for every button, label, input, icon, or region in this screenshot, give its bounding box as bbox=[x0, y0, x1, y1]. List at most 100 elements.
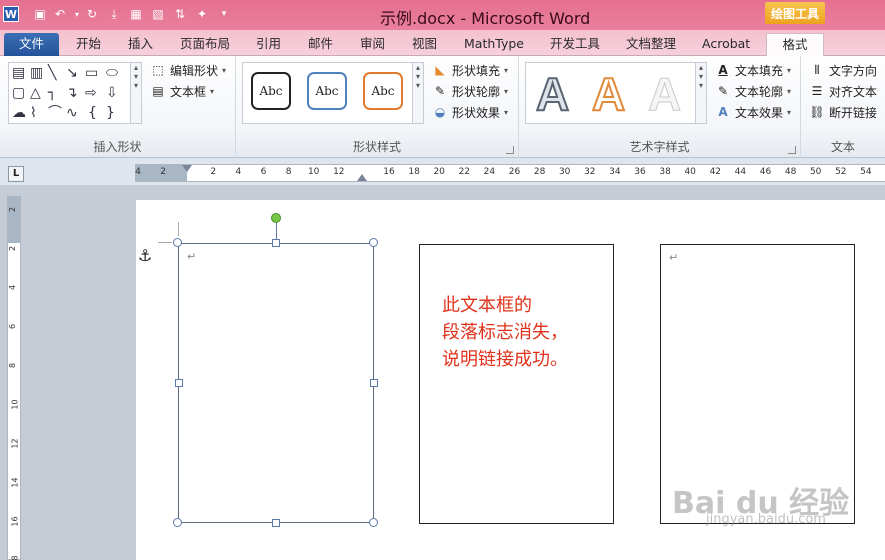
tab-selector[interactable]: L bbox=[8, 166, 24, 182]
wordart-sample-1[interactable]: A bbox=[535, 68, 570, 120]
customize-toolbar-icon[interactable]: ▾ bbox=[216, 6, 232, 22]
triangle-shape-icon[interactable]: △ bbox=[30, 86, 41, 100]
edit-shape-button[interactable]: ⬚ 编辑形状 ▾ bbox=[150, 60, 226, 80]
curve-shape-icon[interactable]: ∿ bbox=[66, 106, 78, 120]
textbox-shape-icon[interactable]: ▤ bbox=[12, 66, 25, 80]
break-link-button[interactable]: ⛓ 断开链接 bbox=[809, 102, 877, 122]
resize-handle-left[interactable] bbox=[175, 379, 183, 387]
rounded-rectangle-shape-icon[interactable]: ▢ bbox=[12, 86, 25, 100]
shape-styles-dialog-launcher[interactable] bbox=[506, 146, 514, 154]
wordart-gallery-scroll[interactable]: ▴ ▾ ▾ bbox=[695, 62, 707, 124]
print-preview-icon[interactable]: ⤓ bbox=[106, 6, 122, 22]
redo-icon[interactable]: ↻ bbox=[84, 6, 100, 22]
scribble-shape-icon[interactable]: ⌇ bbox=[30, 106, 37, 120]
tab-mailings[interactable]: 邮件 bbox=[302, 33, 339, 56]
ruler-tick-label: 2 bbox=[210, 167, 217, 177]
text-box-button[interactable]: ▤ 文本框 ▾ bbox=[150, 81, 214, 101]
anchor-icon[interactable]: ⚓ bbox=[138, 246, 152, 265]
shape-style-gallery[interactable]: Abc Abc Abc bbox=[242, 62, 420, 124]
right-arrow-shape-icon[interactable]: ⇨ bbox=[85, 86, 97, 100]
resize-handle-bottom-left[interactable] bbox=[173, 518, 182, 527]
sort-icon[interactable]: ⇅ bbox=[172, 6, 188, 22]
tab-home[interactable]: 开始 bbox=[70, 33, 107, 56]
text-direction-button[interactable]: ⫴ 文字方向 bbox=[809, 60, 877, 80]
wordart-sample-2[interactable]: A bbox=[591, 68, 626, 120]
vertical-textbox-shape-icon[interactable]: ▥ bbox=[30, 66, 43, 80]
indent-marker[interactable] bbox=[182, 165, 192, 172]
tab-references[interactable]: 引用 bbox=[250, 33, 287, 56]
shape-style-gallery-scroll[interactable]: ▴ ▾ ▾ bbox=[412, 62, 424, 124]
save-icon[interactable]: ▣ bbox=[32, 6, 48, 22]
format-painter-icon[interactable]: ✦ bbox=[194, 6, 210, 22]
wordart-styles-dialog-launcher[interactable] bbox=[788, 146, 796, 154]
oval-shape-icon[interactable]: ⬭ bbox=[106, 66, 118, 80]
text-box-2[interactable]: 此文本框的 段落标志消失， 说明链接成功。 bbox=[419, 244, 614, 524]
tab-page-layout[interactable]: 页面布局 bbox=[174, 33, 236, 56]
rectangle-shape-icon[interactable]: ▭ bbox=[85, 66, 98, 80]
resize-handle-top-left[interactable] bbox=[173, 238, 182, 247]
text-fill-button[interactable]: A 文本填充 ▾ bbox=[715, 60, 791, 80]
elbow-arrow-shape-icon[interactable]: ↴ bbox=[66, 86, 78, 100]
tab-acrobat[interactable]: Acrobat bbox=[696, 33, 756, 56]
pencil-icon: ✎ bbox=[434, 84, 446, 98]
right-brace-shape-icon[interactable]: } bbox=[106, 106, 115, 120]
ruler-tick-label: 44 bbox=[734, 167, 747, 177]
tab-developer[interactable]: 开发工具 bbox=[544, 33, 606, 56]
resize-handle-top[interactable] bbox=[272, 239, 280, 247]
arrow-line-shape-icon[interactable]: ↘ bbox=[66, 66, 78, 80]
window-title: 示例.docx - Microsoft Word bbox=[380, 9, 591, 28]
shapes-gallery-scroll[interactable]: ▴ ▾ ▾ bbox=[130, 62, 142, 124]
elbow-connector-shape-icon[interactable]: ┐ bbox=[48, 86, 56, 100]
tab-insert[interactable]: 插入 bbox=[122, 33, 159, 56]
text-outline-icon: ✎ bbox=[717, 84, 729, 98]
resize-handle-bottom[interactable] bbox=[272, 519, 280, 527]
down-arrow-shape-icon[interactable]: ⇩ bbox=[106, 86, 118, 100]
shape-style-sample-1[interactable]: Abc bbox=[251, 72, 291, 110]
shape-fill-button[interactable]: ◣ 形状填充 ▾ bbox=[432, 60, 508, 80]
shape-style-sample-2[interactable]: Abc bbox=[307, 72, 347, 110]
picture-icon[interactable]: ▧ bbox=[150, 6, 166, 22]
shape-fill-label: 形状填充 bbox=[452, 63, 501, 78]
ruler-tick-label: 34 bbox=[609, 167, 621, 177]
ruler-tick-label: 18 bbox=[11, 555, 20, 560]
freeform-shape-icon[interactable]: ☁ bbox=[12, 106, 26, 120]
resize-handle-top-right[interactable] bbox=[369, 238, 378, 247]
horizontal-ruler[interactable]: 4 2 2 4 6 8 10 12 16 18 20 22 24 26 28 30 32 34 36 38 40 42 44… bbox=[135, 164, 885, 182]
shape-outline-button[interactable]: ✎ 形状轮廓 ▾ bbox=[432, 81, 508, 101]
table-icon[interactable]: ▦ bbox=[128, 6, 144, 22]
shapes-gallery[interactable]: ▤ ▥ ╲ ↘ ▭ ⬭ ▢ △ ┐ ↴ ⇨ ⇩ ☁ ⌇ ⌒ ∿ { } bbox=[8, 62, 138, 124]
resize-handle-right[interactable] bbox=[370, 379, 378, 387]
align-text-button[interactable]: ☰ 对齐文本 bbox=[809, 81, 877, 101]
chevron-down-icon: ▾ bbox=[787, 107, 792, 117]
tab-file[interactable]: 文件 bbox=[4, 33, 59, 56]
shape-style-sample-3[interactable]: Abc bbox=[363, 72, 403, 110]
wordart-style-gallery[interactable]: A A A bbox=[525, 62, 697, 124]
left-brace-shape-icon[interactable]: { bbox=[88, 106, 97, 120]
text-effects-button[interactable]: A 文本效果 ▾ bbox=[715, 102, 791, 122]
undo-dropdown-icon[interactable]: ▾ bbox=[69, 6, 85, 22]
wordart-sample-3[interactable]: A bbox=[647, 69, 681, 120]
ruler-tick-label: 48 bbox=[784, 167, 797, 177]
text-box-icon: ▤ bbox=[152, 84, 164, 98]
vertical-ruler[interactable]: 2 2 4 6 8 10 12 14 16 18 bbox=[7, 196, 21, 560]
rotate-handle[interactable] bbox=[271, 213, 281, 223]
ruler-tick-label: 50 bbox=[809, 167, 822, 177]
tab-mathtype[interactable]: MathType bbox=[458, 33, 530, 56]
ruler-tick-label: 18 bbox=[408, 167, 420, 177]
undo-icon[interactable]: ↶ bbox=[52, 6, 68, 22]
arc-shape-icon[interactable]: ⌒ bbox=[48, 106, 62, 120]
tab-document-tools[interactable]: 文档整理 bbox=[620, 33, 682, 56]
tab-format[interactable]: 格式 bbox=[766, 33, 824, 56]
text-outline-button[interactable]: ✎ 文本轮廓 ▾ bbox=[715, 81, 791, 101]
shape-effects-button[interactable]: ◒ 形状效果 ▾ bbox=[432, 102, 508, 122]
shape-effects-label: 形状效果 bbox=[452, 105, 501, 120]
right-indent-marker[interactable] bbox=[357, 174, 367, 181]
shape-outline-label: 形状轮廓 bbox=[452, 84, 501, 99]
line-shape-icon[interactable]: ╲ bbox=[48, 66, 56, 80]
tab-review[interactable]: 审阅 bbox=[354, 33, 391, 56]
text-effects-icon: A bbox=[718, 105, 728, 119]
tab-view[interactable]: 视图 bbox=[406, 33, 443, 56]
resize-handle-bottom-right[interactable] bbox=[369, 518, 378, 527]
text-box-1[interactable]: ↵ bbox=[178, 243, 374, 523]
word-logo-icon: W bbox=[3, 6, 19, 22]
